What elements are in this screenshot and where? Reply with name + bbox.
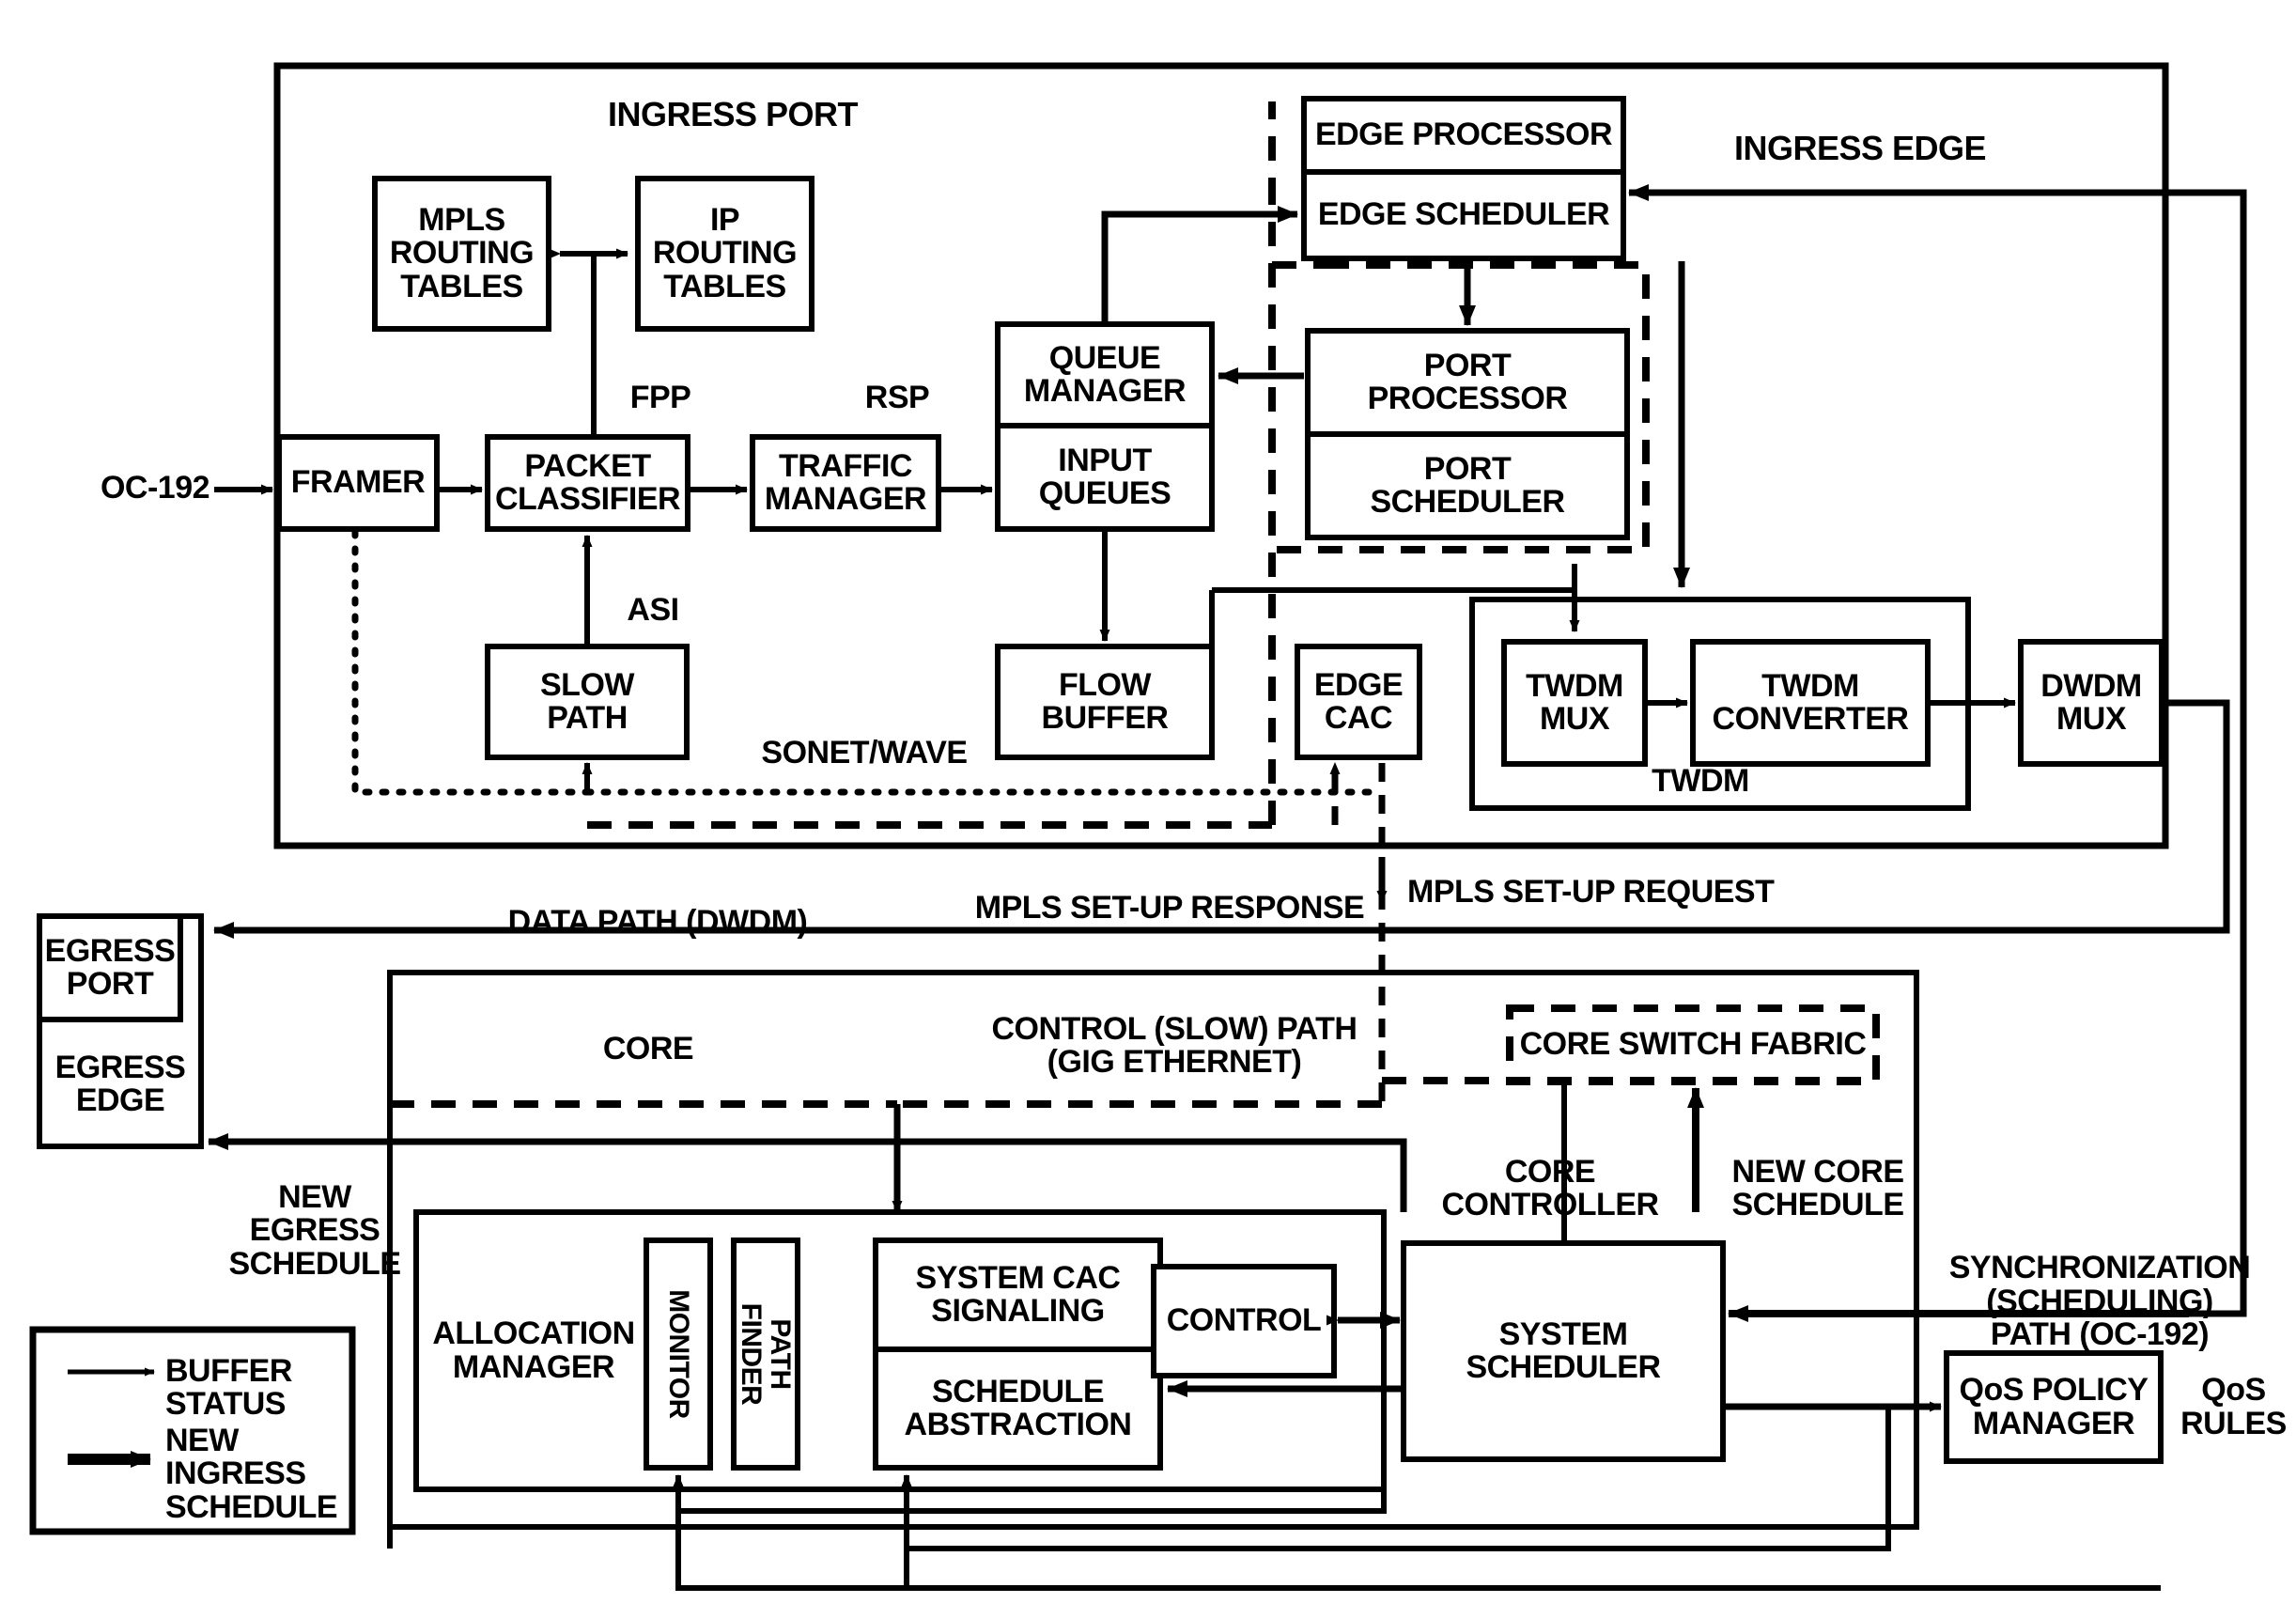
packet-classifier-label: PACKET CLASSIFIER: [494, 447, 681, 517]
legend-buffer-status-label: BUFFER STATUS: [165, 1352, 292, 1422]
new-core-schedule-label: NEW CORE SCHEDULE: [1731, 1153, 1904, 1222]
twdm-group-label: TWDM: [1652, 763, 1749, 800]
port-processor-label: PORT PROCESSOR: [1367, 347, 1568, 416]
path-finder-label: PATH FINDER: [736, 1302, 797, 1406]
data-path-dwdm-label: DATA PATH (DWDM): [507, 904, 808, 941]
fpp-label: FPP: [629, 380, 691, 416]
rsp-label: RSP: [864, 380, 930, 416]
mpls-routing-tables-label: MPLS ROUTING TABLES: [389, 201, 535, 304]
qos-rules-label: QoS RULES: [2180, 1372, 2287, 1441]
schedule-abstraction-label: SCHEDULE ABSTRACTION: [904, 1373, 1132, 1442]
new-egress-schedule-label: NEW EGRESS SCHEDULE: [228, 1178, 401, 1282]
edge-processor-label: EDGE PROCESSOR: [1314, 117, 1613, 153]
synchronization-path-label: SYNCHRONIZATION (SCHEDULING) PATH (OC-19…: [1948, 1250, 2251, 1353]
ip-routing-tables-label: IP ROUTING TABLES: [652, 201, 798, 304]
slow-path-label: SLOW PATH: [540, 666, 634, 736]
system-cac-signaling-label: SYSTEM CAC SIGNALING: [915, 1259, 1121, 1329]
mpls-setup-response-label: MPLS SET-UP RESPONSE: [974, 890, 1365, 926]
twdm-mux-label: TWDM MUX: [1526, 667, 1623, 737]
asi-label: ASI: [627, 592, 679, 629]
sonet-wave-label: SONET/WAVE: [761, 735, 968, 771]
monitor-label: MONITOR: [662, 1289, 694, 1419]
qos-policy-manager-label: QoS POLICY MANAGER: [1959, 1372, 2149, 1441]
queue-manager-label: QUEUE MANAGER: [1023, 339, 1187, 409]
flow-buffer-label: FLOW BUFFER: [1041, 666, 1169, 736]
traffic-manager-label: TRAFFIC MANAGER: [764, 447, 927, 517]
control-slow-path-label: CONTROL (SLOW) PATH (GIG ETHERNET): [991, 1010, 1357, 1080]
legend-new-ingress-schedule-label: NEW INGRESS SCHEDULE: [165, 1422, 338, 1525]
edge-scheduler-label: EDGE SCHEDULER: [1317, 196, 1610, 233]
input-queues-label: INPUT QUEUES: [1038, 442, 1171, 511]
core-controller-label: CORE CONTROLLER: [1441, 1153, 1659, 1222]
oc192-input-label: OC-192: [100, 470, 210, 506]
core-label: CORE: [602, 1031, 694, 1067]
monitor-label-wrap: MONITOR: [646, 1240, 710, 1468]
dwdm-mux-label: DWDM MUX: [2040, 667, 2142, 737]
mpls-setup-request-label: MPLS SET-UP REQUEST: [1407, 874, 1775, 911]
ingress-edge-label: INGRESS EDGE: [1733, 129, 1987, 168]
core-switch-fabric-label: CORE SWITCH FABRIC: [1519, 1026, 1867, 1063]
control-label: CONTROL: [1166, 1302, 1322, 1339]
allocation-manager-label: ALLOCATION MANAGER: [432, 1315, 635, 1385]
path-finder-label-wrap: PATH FINDER: [734, 1240, 798, 1468]
port-scheduler-label: PORT SCHEDULER: [1370, 450, 1565, 520]
egress-edge-label: EGRESS EDGE: [54, 1049, 186, 1118]
egress-port-label: EGRESS PORT: [44, 932, 176, 1002]
system-scheduler-label: SYSTEM SCHEDULER: [1466, 1315, 1661, 1385]
ingress-port-label: INGRESS PORT: [607, 95, 859, 134]
twdm-converter-label: TWDM CONVERTER: [1712, 667, 1909, 737]
framer-label: FRAMER: [290, 464, 426, 501]
edge-cac-label: EDGE CAC: [1313, 666, 1404, 736]
diagram-canvas: INGRESS PORT INGRESS EDGE MPLS ROUTING T…: [0, 0, 2296, 1619]
